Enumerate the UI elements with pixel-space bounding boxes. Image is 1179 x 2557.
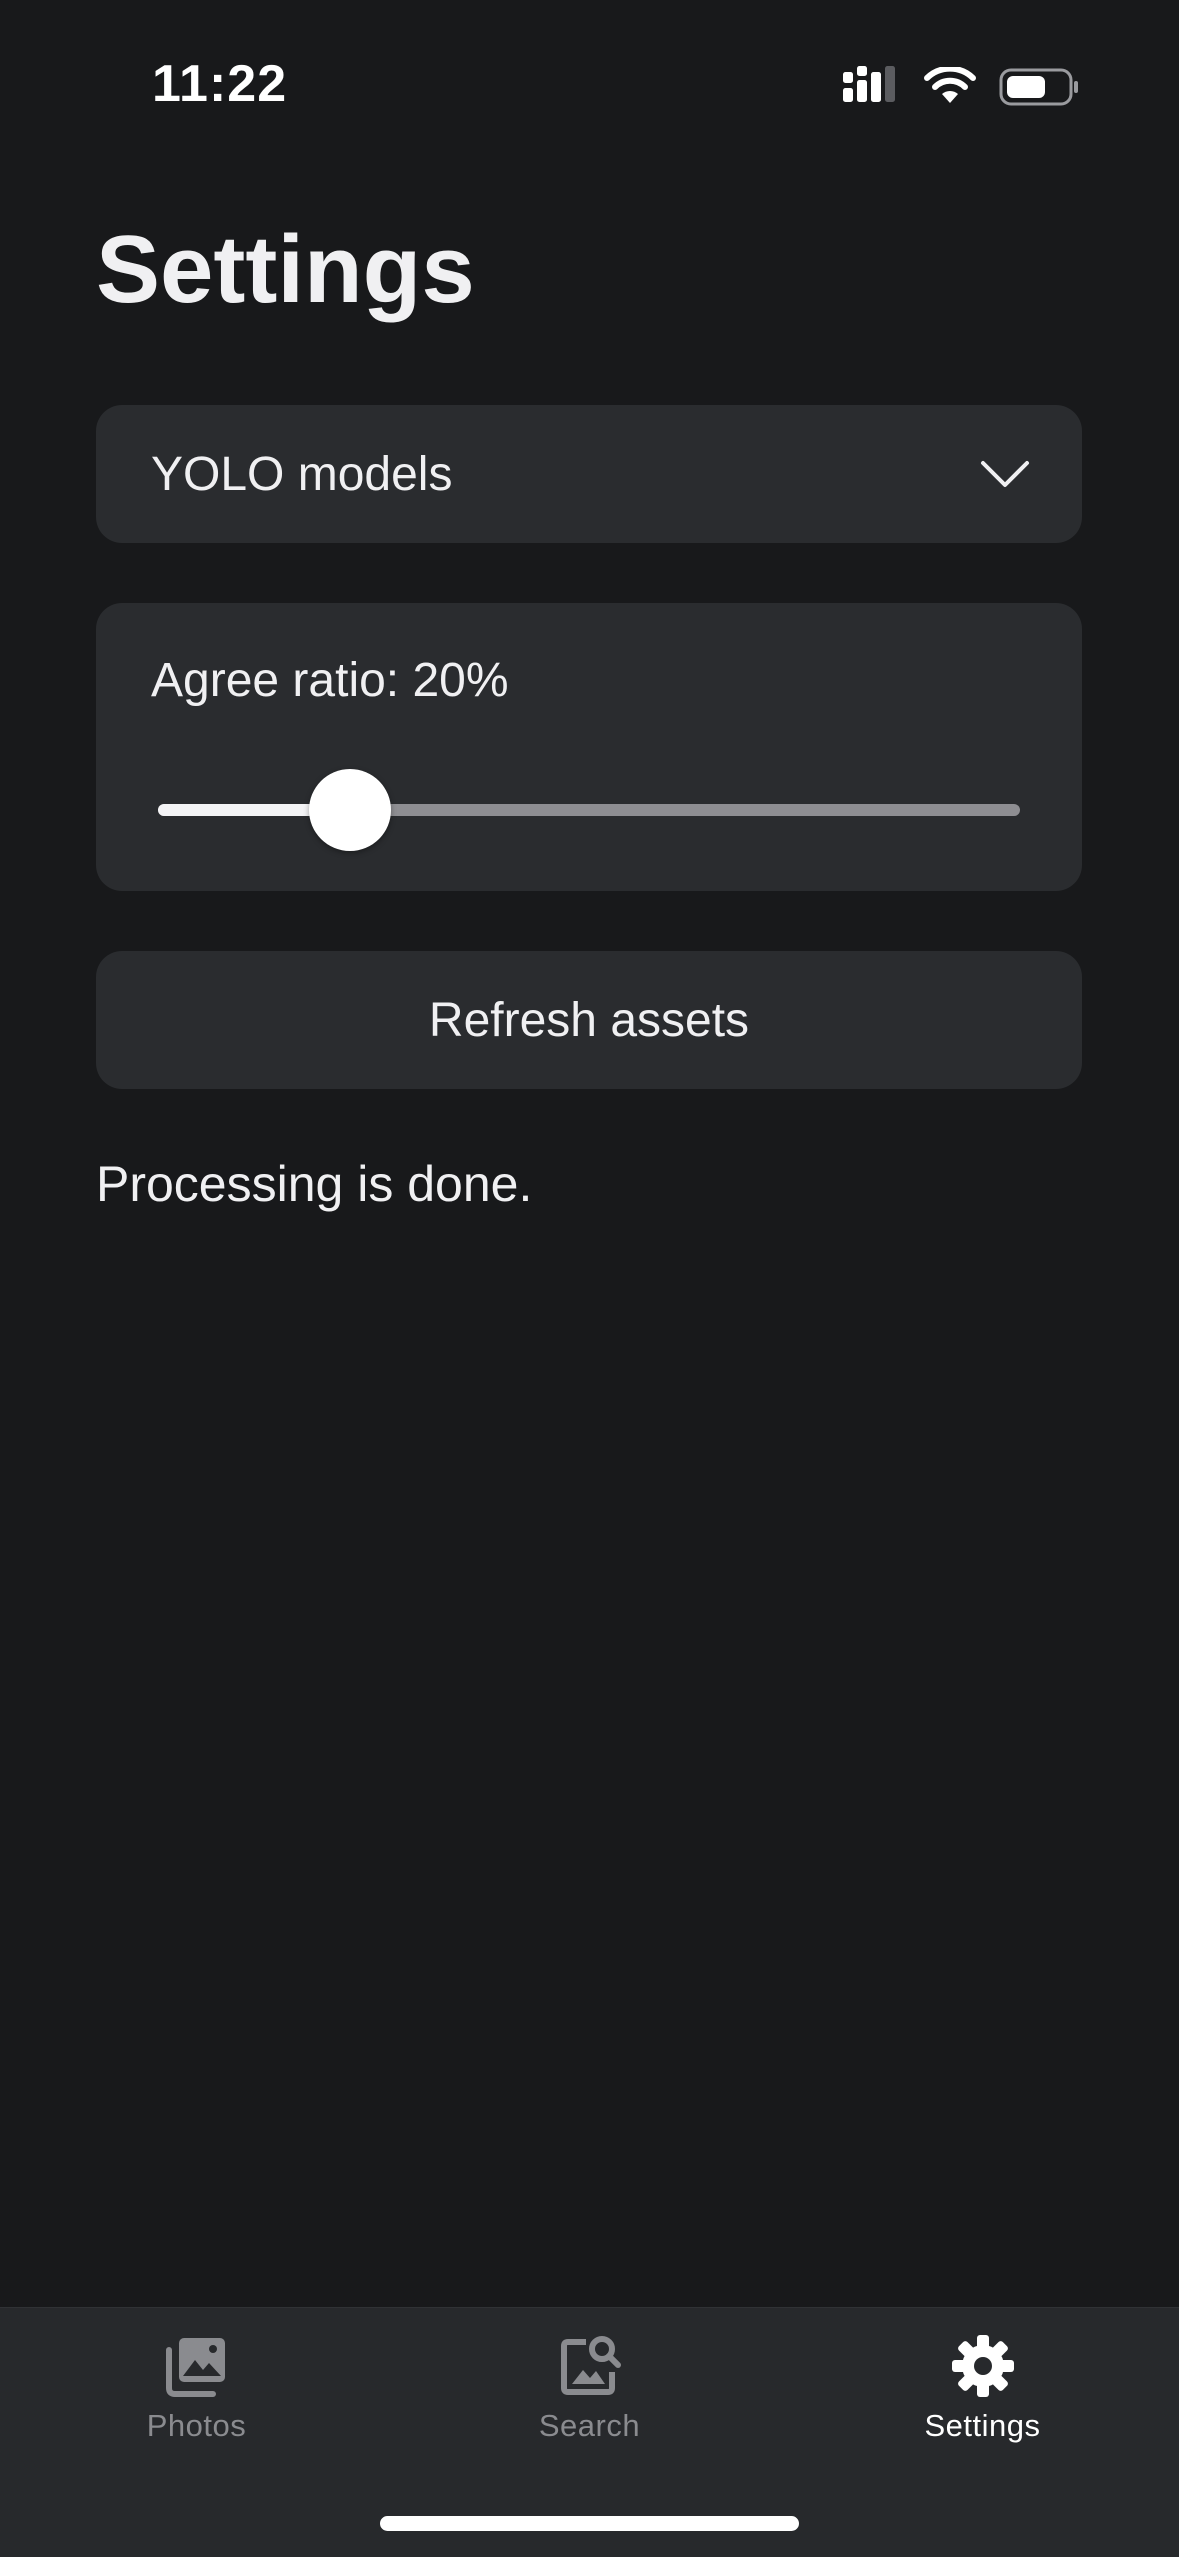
- status-time: 11:22: [152, 55, 288, 113]
- tab-photos-label: Photos: [146, 2408, 247, 2443]
- agree-ratio-label: Agree ratio: 20%: [151, 654, 509, 707]
- model-dropdown[interactable]: YOLO models: [96, 405, 1082, 543]
- status-icons: [843, 66, 1081, 108]
- model-dropdown-value: YOLO models: [151, 447, 453, 501]
- tab-settings-label: Settings: [924, 2408, 1041, 2443]
- tab-photos[interactable]: Photos: [0, 2308, 393, 2498]
- refresh-assets-button[interactable]: Refresh assets: [96, 951, 1082, 1089]
- page-title: Settings: [96, 216, 475, 323]
- cellular-signal-icon: [843, 66, 895, 102]
- home-indicator: [380, 2516, 799, 2531]
- image-search-icon: [560, 2336, 621, 2395]
- tab-search[interactable]: Search: [393, 2308, 786, 2498]
- gear-icon: [951, 2335, 1014, 2397]
- agree-ratio-card: Agree ratio: 20%: [96, 603, 1082, 891]
- photos-icon: [165, 2338, 225, 2397]
- wifi-icon: [924, 67, 976, 103]
- chevron-down-icon: [981, 461, 1029, 487]
- slider-thumb[interactable]: [309, 769, 392, 851]
- status-bar: 11:22: [0, 0, 1179, 170]
- tab-settings[interactable]: Settings: [786, 2308, 1179, 2498]
- tab-search-label: Search: [538, 2408, 641, 2443]
- agree-ratio-slider[interactable]: [158, 769, 1020, 851]
- battery-icon: [999, 68, 1078, 106]
- tab-bar: Photos Search Settings: [0, 2307, 1179, 2557]
- processing-status-text: Processing is done.: [96, 1156, 533, 1212]
